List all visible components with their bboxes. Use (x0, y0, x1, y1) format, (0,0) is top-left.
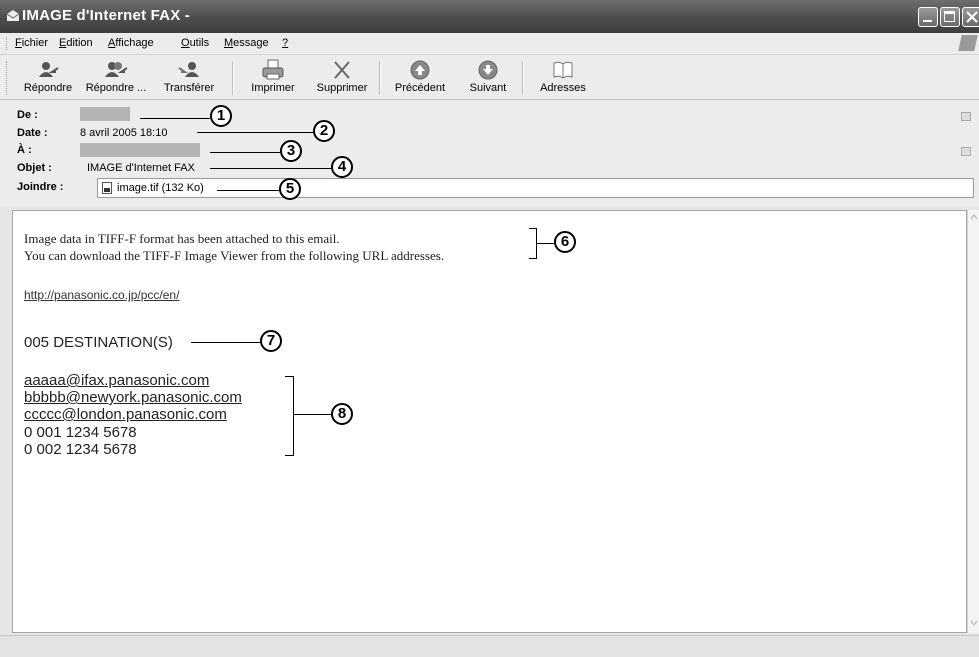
callout-7: 7 (260, 330, 282, 352)
delete-icon (334, 61, 350, 79)
callout-4: 4 (331, 156, 353, 178)
toolbar-separator (522, 61, 524, 95)
attach-label: Joindre : (17, 181, 64, 193)
recipient-fax-2: 0 002 1234 5678 (24, 441, 137, 458)
vertical-scrollbar[interactable] (967, 210, 979, 633)
date-value: 8 avril 2005 18:10 (80, 127, 168, 139)
reply-all-label: Répondre ... (85, 82, 147, 94)
recipient-email-2[interactable]: bbbbb@newyork.panasonic.com (24, 389, 242, 406)
expand-to-icon[interactable] (961, 147, 971, 156)
from-label: De : (17, 109, 38, 121)
reply-all-icon (105, 62, 128, 77)
reply-button[interactable]: Répondre (20, 59, 76, 97)
recipient-fax-1: 0 001 1234 5678 (24, 424, 137, 441)
previous-label: Précédent (394, 82, 446, 94)
callout-2: 2 (313, 120, 335, 142)
next-button[interactable]: Suivant (460, 59, 516, 97)
callout-5: 5 (279, 178, 301, 200)
down-arrow-icon (478, 60, 498, 80)
printer-icon (262, 59, 284, 80)
viewer-url-link[interactable]: http://panasonic.co.jp/pcc/en/ (24, 288, 179, 302)
expand-from-icon[interactable] (961, 112, 971, 121)
menu-affichage[interactable]: Affichage (108, 37, 154, 49)
callout-1: 1 (210, 105, 232, 127)
forward-button[interactable]: Transférer (156, 59, 222, 97)
callout-leader (191, 342, 260, 343)
print-button[interactable]: Imprimer (245, 59, 301, 97)
recipient-email-1[interactable]: aaaaa@ifax.panasonic.com (24, 372, 209, 389)
callout-leader (210, 168, 331, 169)
bracket-8-top (285, 376, 294, 377)
menu-bar: Fichier Edition Affichage Outils Message… (0, 33, 979, 54)
scroll-down-icon[interactable] (969, 618, 979, 628)
mail-window: IMAGE d'Internet FAX - Fichier Edition A… (0, 0, 979, 657)
menu-message[interactable]: Message (224, 37, 269, 49)
title-bar[interactable]: IMAGE d'Internet FAX - (0, 0, 979, 33)
scroll-up-icon[interactable] (969, 212, 979, 222)
attachment-name[interactable]: image.tif (132 Ko) (117, 182, 204, 194)
callout-8: 8 (331, 403, 353, 425)
next-label: Suivant (469, 82, 507, 94)
callout-6: 6 (554, 231, 576, 253)
menu-fichier[interactable]: Fichier (15, 37, 48, 49)
callout-leader (217, 190, 279, 191)
menu-help[interactable]: ? (282, 37, 288, 49)
toolbar-grip (6, 61, 9, 95)
previous-button[interactable]: Précédent (390, 59, 450, 97)
envelope-icon (6, 10, 20, 21)
print-label: Imprimer (251, 82, 295, 94)
bracket-6-top (529, 228, 537, 229)
subject-label: Objet : (17, 162, 52, 174)
bracket-8-bottom (285, 455, 294, 456)
body-line-1: Image data in TIFF-F format has been att… (24, 231, 340, 246)
toolbar: Répondre Répondre ... Transférer Imprime… (0, 54, 979, 100)
minimize-icon (923, 20, 932, 22)
minimize-button[interactable] (918, 7, 938, 27)
addresses-button[interactable]: Adresses (533, 59, 593, 97)
maximize-icon (944, 11, 955, 22)
callout-leader (210, 152, 280, 153)
address-book-icon (553, 61, 573, 79)
destinations-count: 005 DESTINATION(S) (24, 334, 173, 351)
close-button[interactable] (962, 7, 979, 27)
file-icon (102, 182, 112, 194)
status-bar (0, 635, 979, 657)
forward-icon (178, 62, 199, 77)
up-arrow-icon (410, 60, 430, 80)
from-redacted (80, 107, 130, 121)
menu-outils[interactable]: Outils (181, 37, 209, 49)
callout-leader (140, 118, 210, 119)
forward-label: Transférer (163, 82, 215, 94)
to-redacted (80, 143, 200, 157)
window-title: IMAGE d'Internet FAX - (22, 7, 190, 24)
menu-grip (6, 37, 9, 50)
callout-leader (536, 243, 554, 244)
delete-button[interactable]: Supprimer (312, 59, 372, 97)
callout-leader (293, 414, 331, 415)
callout-3: 3 (280, 140, 302, 162)
reply-icon (39, 62, 59, 77)
delete-label: Supprimer (316, 82, 368, 94)
close-icon (966, 11, 978, 23)
menu-edition[interactable]: Edition (59, 37, 93, 49)
attachment-field[interactable]: image.tif (132 Ko) (97, 178, 974, 198)
bracket-8 (293, 376, 294, 455)
date-label: Date : (17, 127, 48, 139)
toolbar-separator (379, 61, 381, 95)
to-label: À : (17, 144, 32, 156)
recipient-email-3[interactable]: ccccc@london.panasonic.com (24, 406, 227, 423)
body-line-2: You can download the TIFF-F Image Viewer… (24, 248, 445, 263)
toolbar-separator (232, 61, 234, 95)
maximize-button[interactable] (940, 7, 960, 27)
windows-logo-icon (958, 35, 978, 51)
subject-value: IMAGE d'Internet FAX (87, 162, 195, 174)
reply-label: Répondre (23, 82, 73, 94)
reply-all-button[interactable]: Répondre ... (81, 59, 151, 97)
addresses-label: Adresses (540, 82, 586, 94)
callout-leader (197, 132, 313, 133)
bracket-6-bottom (529, 258, 537, 259)
